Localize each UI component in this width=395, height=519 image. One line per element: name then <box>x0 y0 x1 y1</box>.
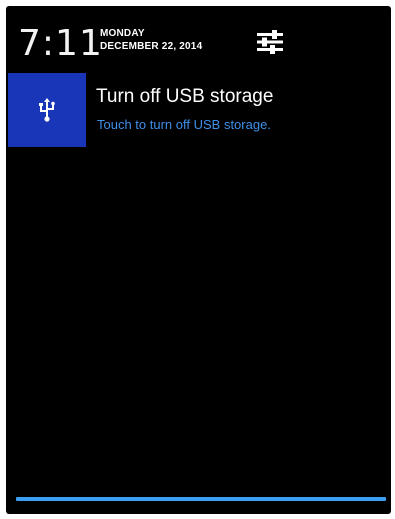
usb-storage-notification[interactable]: Turn off USB storage Touch to turn off U… <box>8 73 391 147</box>
day-label: MONDAY <box>100 28 145 39</box>
date-label: DECEMBER 22, 2014 <box>100 41 203 52</box>
notification-shade: 7:11 MONDAY DECEMBER 22, 2014 Turn off U… <box>6 6 391 514</box>
clock: 7:11 <box>18 23 103 64</box>
notification-title: Turn off USB storage <box>96 86 274 107</box>
notification-icon-box <box>8 73 86 147</box>
usb-icon <box>39 98 55 122</box>
date-block[interactable]: MONDAY DECEMBER 22, 2014 <box>100 28 202 53</box>
quick-settings-icon <box>257 30 283 54</box>
quick-settings-button[interactable] <box>254 26 286 58</box>
shade-drag-handle[interactable] <box>16 497 386 501</box>
shade-header: 7:11 MONDAY DECEMBER 22, 2014 <box>6 6 391 74</box>
notification-text: Touch to turn off USB storage. <box>97 117 271 132</box>
